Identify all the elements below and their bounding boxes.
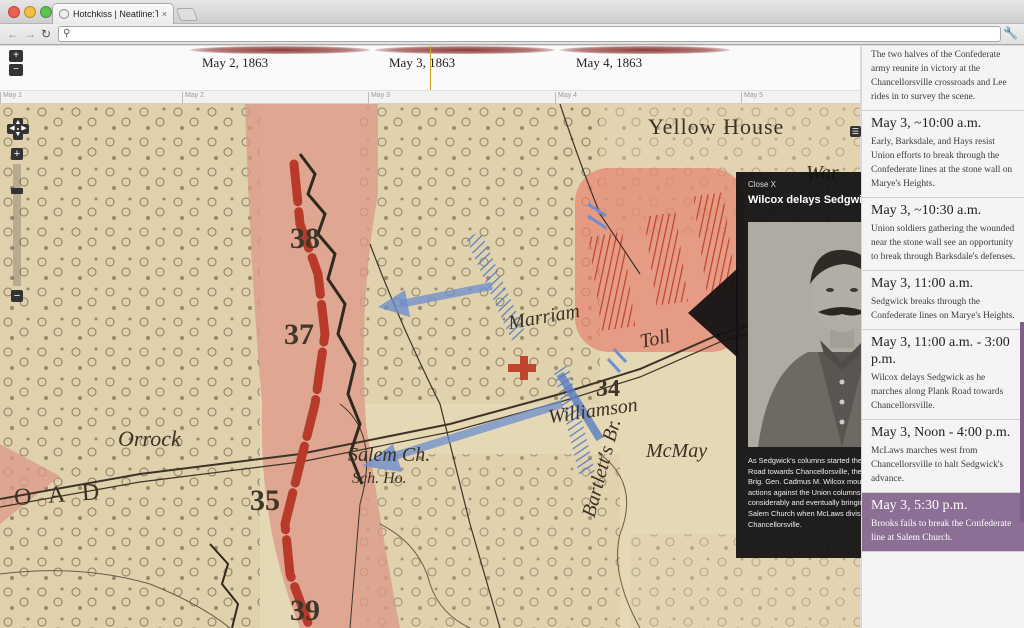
- maximize-window-icon[interactable]: [40, 6, 52, 18]
- timeline-tick: May 1: [0, 92, 22, 103]
- new-tab-button[interactable]: [175, 8, 199, 21]
- event-time: May 3, ~10:30 a.m.: [871, 203, 982, 218]
- timeline-tick-strip: May 1 May 2 May 3 May 4 May 5: [0, 90, 860, 103]
- timeline-date-label: May 4, 1863: [576, 55, 643, 70]
- timeline-date-label: May 3, 1863: [389, 55, 456, 70]
- sidebar-event-item[interactable]: May 3, ~10:30 a.m. Union soldiers gather…: [862, 198, 1024, 271]
- map-number-label: 34: [596, 376, 620, 402]
- map-zoom-out-button[interactable]: −: [11, 290, 23, 302]
- url-input[interactable]: [77, 27, 977, 41]
- sidebar-event-item[interactable]: May 3, ~10:00 a.m. Early, Barksdale, and…: [862, 111, 1024, 198]
- map-number-label: 39: [290, 594, 320, 627]
- event-description: Early, Barksdale, and Hays resist Union …: [871, 137, 1013, 189]
- historical-map[interactable]: Yellow House Orrock O A D Salem Ch. Sch.…: [0, 104, 860, 628]
- tab-title: Hotchkiss | Neatline:The Bat: [73, 9, 158, 19]
- address-bar[interactable]: ⚲: [58, 26, 1001, 42]
- sidebar-event-item[interactable]: May 3, Noon - 4:00 p.m. McLaws marches w…: [862, 420, 1024, 493]
- globe-icon: [59, 9, 69, 19]
- popup-close-button[interactable]: Close X: [748, 180, 776, 189]
- search-icon: ⚲: [63, 28, 71, 39]
- pan-down-icon[interactable]: ▼: [13, 130, 23, 140]
- timeline-zoom-control: + −: [9, 50, 23, 76]
- browser-toolbar: ← → ↻ ⚲ 🔧: [0, 24, 1024, 45]
- back-arrow-icon[interactable]: ←: [7, 27, 19, 41]
- timeline-date-label: May 2, 1863: [202, 55, 269, 70]
- map-number-label: 38: [290, 222, 320, 255]
- sidebar-event-item[interactable]: May 3, 11:00 a.m. Sedgwick breaks throug…: [862, 271, 1024, 330]
- map-zoom-in-button[interactable]: +: [11, 148, 23, 160]
- layers-icon[interactable]: ☰: [850, 126, 861, 137]
- timeline-event-band[interactable]: [375, 46, 555, 54]
- tab-close-icon[interactable]: ×: [162, 9, 167, 19]
- popup-pointer: [688, 268, 738, 358]
- map-label-school-house: Sch. Ho.: [352, 470, 407, 487]
- map-label-mcmay: McMay: [646, 440, 708, 462]
- map-number-label: 37: [284, 318, 314, 351]
- forward-arrow-icon[interactable]: →: [24, 27, 36, 41]
- map-label-salem-church: Salem Ch.: [348, 444, 431, 466]
- event-time: May 3, 11:00 a.m. - 3:00 p.m.: [871, 335, 1010, 367]
- browser-tab[interactable]: Hotchkiss | Neatline:The Bat ×: [52, 3, 174, 24]
- event-description: McLaws marches west from Chancellorsvill…: [871, 446, 1004, 484]
- map-zoom-slider[interactable]: [11, 164, 23, 286]
- timeline-tick: May 2: [182, 92, 204, 103]
- event-sidebar: The two halves of the Confederate army r…: [861, 46, 1024, 628]
- timeline[interactable]: May 2, 1863 May 3, 1863 May 4, 1863 + − …: [0, 46, 860, 104]
- event-time: May 3, 11:00 a.m.: [871, 276, 974, 291]
- timeline-event-band[interactable]: [560, 46, 730, 54]
- sidebar-event-item[interactable]: The two halves of the Confederate army r…: [862, 46, 1024, 111]
- map-zoom-control: + −: [11, 148, 23, 302]
- timeline-zoom-in-button[interactable]: +: [9, 50, 23, 62]
- map-number-label: 35: [250, 484, 280, 517]
- sidebar-scrollbar[interactable]: [1020, 322, 1024, 522]
- event-description: Brooks fails to break the Confederate li…: [871, 519, 1012, 543]
- close-window-icon[interactable]: [8, 6, 20, 18]
- map-zoom-handle[interactable]: [11, 188, 23, 194]
- reload-icon[interactable]: ↻: [41, 27, 51, 41]
- timeline-tick: May 5: [741, 92, 763, 103]
- event-time: May 3, Noon - 4:00 p.m.: [871, 425, 1011, 440]
- sidebar-event-item-active[interactable]: May 3, 5:30 p.m. Brooks fails to break t…: [862, 493, 1024, 552]
- map-canvas: [0, 104, 860, 628]
- timeline-event-band[interactable]: [190, 46, 370, 54]
- event-description: The two halves of the Confederate army r…: [871, 50, 1007, 102]
- event-time: May 3, ~10:00 a.m.: [871, 116, 982, 131]
- event-description: Wilcox delays Sedgwick as he marches alo…: [871, 373, 1004, 411]
- timeline-tick: May 3: [368, 92, 390, 103]
- wrench-icon[interactable]: 🔧: [1003, 26, 1018, 40]
- map-label-orrock: Orrock: [118, 426, 181, 451]
- timeline-zoom-out-button[interactable]: −: [9, 64, 23, 76]
- event-time: May 3, 5:30 p.m.: [871, 498, 968, 513]
- map-pan-control: ▲ ◀ ▶ ▼: [7, 118, 29, 140]
- event-description: Union soldiers gathering the wounded nea…: [871, 224, 1016, 262]
- sidebar-event-item[interactable]: May 3, 11:00 a.m. - 3:00 p.m. Wilcox del…: [862, 330, 1024, 420]
- event-description: Sedgwick breaks through the Confederate …: [871, 297, 1015, 321]
- minimize-window-icon[interactable]: [24, 6, 36, 18]
- map-label-yellow-house: Yellow House: [648, 114, 785, 139]
- timeline-tick: May 4: [555, 92, 577, 103]
- browser-tab-strip: Hotchkiss | Neatline:The Bat ×: [0, 0, 1024, 24]
